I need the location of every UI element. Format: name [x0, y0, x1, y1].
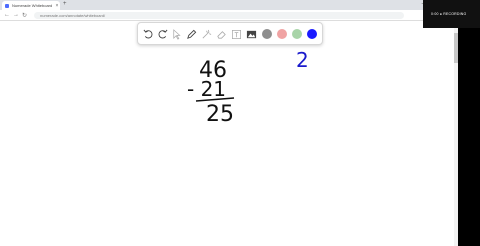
back-icon[interactable]: ←	[4, 12, 10, 18]
address-bar: ← → ↻ numerade.com/annotate/whiteboard/ …	[0, 10, 458, 21]
handwritten-side-note: 2	[296, 48, 309, 72]
recording-status: 0:00 ● RECORDING	[431, 12, 467, 16]
forward-icon[interactable]: →	[13, 12, 19, 18]
tab-title: Numerade Whiteboard	[12, 3, 53, 8]
recording-indicator: 0:00 ● RECORDING	[423, 0, 480, 28]
tab-bar: Numerade Whiteboard × + – ▢ ×	[0, 0, 458, 10]
url-field[interactable]: numerade.com/annotate/whiteboard/	[34, 12, 404, 19]
new-tab-button[interactable]: +	[63, 1, 67, 7]
handwritten-subtrahend: - 21	[187, 77, 226, 101]
browser-window: Numerade Whiteboard × + – ▢ × ← → ↻ nume…	[0, 0, 458, 246]
whiteboard-canvas[interactable]: 46 - 21 25 2	[0, 21, 458, 246]
handwritten-result: 25	[206, 102, 234, 127]
handwriting-layer: 46 - 21 25 2	[187, 48, 309, 127]
reload-icon[interactable]: ↻	[22, 12, 27, 19]
numerade-favicon-icon	[5, 3, 9, 8]
scrollbar-thumb[interactable]	[454, 33, 458, 63]
scrollbar[interactable]	[454, 21, 458, 246]
tab-whiteboard[interactable]: Numerade Whiteboard ×	[2, 1, 60, 10]
tab-close-icon[interactable]: ×	[54, 3, 60, 9]
